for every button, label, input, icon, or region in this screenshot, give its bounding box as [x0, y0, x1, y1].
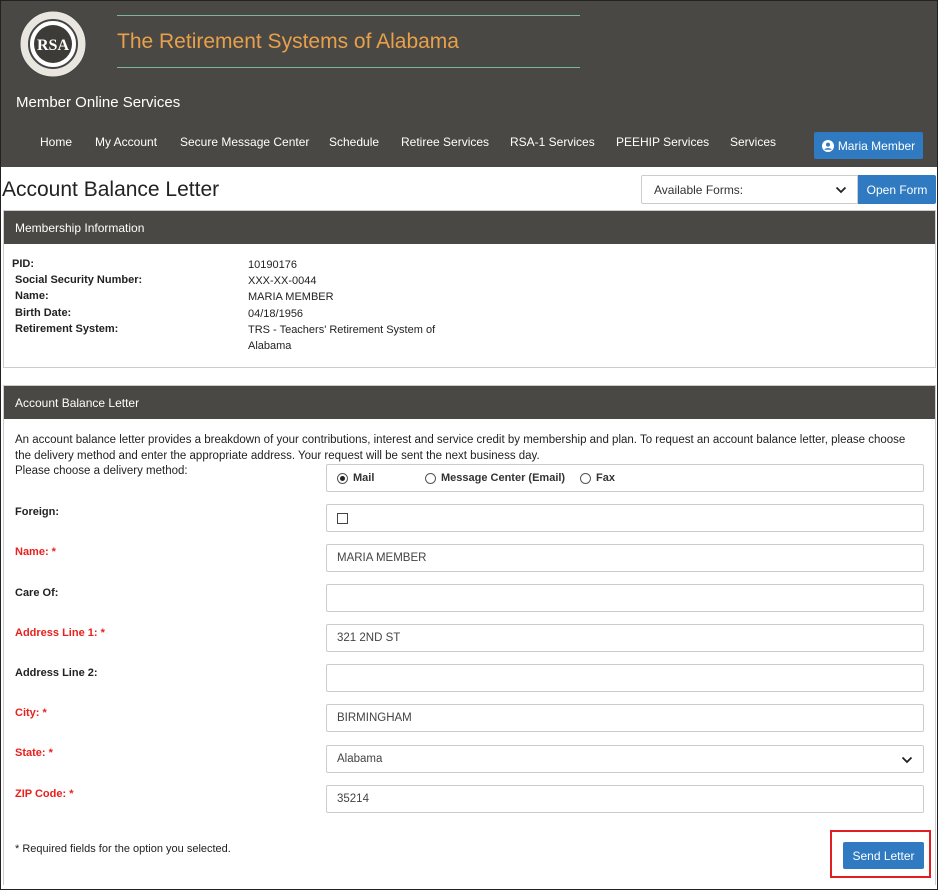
delivery-prompt: Please choose a delivery method:: [15, 465, 188, 477]
membership-panel: Membership Information: [3, 210, 936, 368]
name-label: Name:: [15, 290, 49, 302]
user-name-label: Maria Member: [837, 138, 916, 153]
open-form-button[interactable]: Open Form: [858, 175, 936, 204]
radio-email[interactable]: [425, 472, 436, 484]
site-header: RSA The Retirement Systems of Alabama Me…: [1, 1, 937, 167]
zip-label: ZIP Code: *: [15, 788, 74, 800]
nav-rsa1-services[interactable]: RSA-1 Services: [510, 135, 595, 149]
delivery-option-mail[interactable]: Mail: [337, 472, 425, 484]
logo-text: RSA: [37, 37, 69, 54]
birth-date-value: 04/18/1956: [248, 308, 304, 320]
radio-email-label: Message Center (Email): [441, 472, 566, 484]
send-letter-button[interactable]: Send Letter: [843, 842, 924, 869]
nav-services[interactable]: Services: [730, 135, 776, 149]
letter-panel-header: Account Balance Letter: [4, 386, 935, 419]
name-value: MARIA MEMBER: [248, 291, 334, 303]
nav-my-account[interactable]: My Account: [95, 135, 157, 149]
birth-date-label: Birth Date:: [15, 307, 72, 319]
foreign-checkbox[interactable]: [337, 512, 348, 524]
delivery-method-group: Mail Message Center (Email) Fax: [326, 464, 924, 492]
letter-description: An account balance letter provides a bre…: [15, 434, 906, 462]
ssn-label: Social Security Number:: [15, 274, 143, 286]
nav-home[interactable]: Home: [40, 135, 72, 149]
city-input[interactable]: BIRMINGHAM: [326, 704, 924, 732]
radio-fax[interactable]: [580, 472, 591, 484]
brand-title: The Retirement Systems of Alabama: [117, 30, 459, 53]
address2-label: Address Line 2:: [15, 667, 98, 679]
name-input[interactable]: MARIA MEMBER: [326, 544, 924, 572]
required-fields-note: * Required fields for the option you sel…: [15, 843, 231, 855]
available-forms-label: Available Forms:: [654, 182, 744, 197]
brand-divider-top: [117, 15, 580, 16]
chevron-down-icon: [835, 186, 847, 194]
radio-mail-label: Mail: [353, 472, 375, 484]
foreign-field: [326, 504, 924, 532]
zip-input[interactable]: 35214: [326, 785, 924, 813]
site-subtitle: Member Online Services: [16, 94, 181, 111]
name-field-label: Name: *: [15, 546, 56, 558]
care-of-input[interactable]: [326, 584, 924, 612]
radio-mail[interactable]: [337, 472, 348, 484]
radio-fax-label: Fax: [596, 472, 615, 484]
address1-input[interactable]: 321 2ND ST: [326, 624, 924, 652]
retirement-system-label: Retirement System:: [15, 323, 119, 335]
retirement-system-value: TRS - Teachers' Retirement System of Ala…: [248, 324, 436, 352]
state-label: State: *: [15, 747, 53, 759]
address1-label: Address Line 1: *: [15, 627, 105, 639]
care-of-label: Care Of:: [15, 587, 59, 599]
nav-schedule[interactable]: Schedule: [329, 135, 379, 149]
state-select[interactable]: Alabama: [326, 745, 924, 773]
delivery-option-fax[interactable]: Fax: [580, 472, 615, 484]
membership-panel-header: Membership Information: [4, 211, 935, 244]
foreign-label: Foreign:: [15, 506, 59, 518]
nav-peehip-services[interactable]: PEEHIP Services: [616, 135, 709, 149]
rsa-logo-icon: RSA: [19, 10, 87, 78]
ssn-value: XXX-XX-0044: [248, 275, 317, 287]
brand-divider-bottom: [117, 67, 580, 68]
user-circle-icon: [821, 139, 834, 152]
address2-input[interactable]: [326, 664, 924, 692]
nav-secure-message-center[interactable]: Secure Message Center: [180, 135, 309, 149]
pid-label: PID:: [12, 258, 34, 270]
pid-value: 10190176: [248, 259, 297, 271]
delivery-option-email[interactable]: Message Center (Email): [425, 472, 580, 484]
city-label: City: *: [15, 707, 47, 719]
page-title: Account Balance Letter: [2, 178, 220, 201]
chevron-down-icon: [901, 756, 913, 764]
user-menu-button[interactable]: Maria Member: [814, 132, 923, 159]
available-forms-select[interactable]: Available Forms:: [641, 175, 858, 204]
state-select-value: Alabama: [337, 753, 383, 765]
nav-retiree-services[interactable]: Retiree Services: [401, 135, 489, 149]
